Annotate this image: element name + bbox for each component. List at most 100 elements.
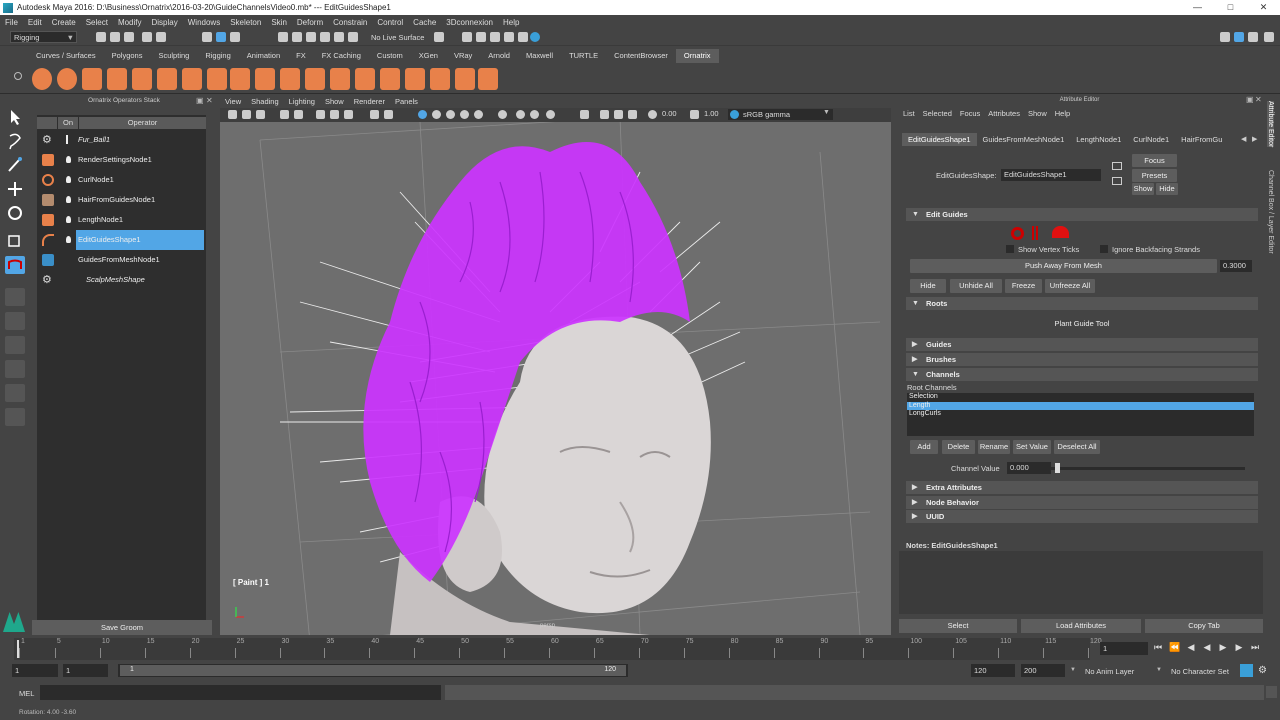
column-operator[interactable]: Operator [79, 117, 206, 129]
xray-icon[interactable] [530, 110, 539, 119]
ox-rotate-icon[interactable] [405, 68, 425, 90]
vp-menu-shading[interactable]: Shading [246, 97, 284, 106]
shelf-menu-icon[interactable] [14, 72, 22, 80]
ignore-backfacing-checkbox[interactable] [1100, 245, 1108, 253]
select-guides-icon[interactable] [1011, 227, 1024, 240]
unfreeze-all-button[interactable]: Unfreeze All [1045, 279, 1095, 293]
move-tool-icon[interactable] [5, 180, 25, 198]
ao-icon[interactable] [446, 110, 455, 119]
ox-fur-ball-icon[interactable] [32, 68, 52, 90]
maximize-icon[interactable]: □ [1214, 2, 1247, 13]
play-backward-icon[interactable]: ◀ [1202, 642, 1212, 652]
menu-edit[interactable]: Edit [23, 18, 47, 27]
close-panel-icon[interactable]: ✕ [1255, 95, 1262, 104]
tab-ornatrix[interactable]: Ornatrix [675, 49, 719, 63]
tab-sculpting[interactable]: Sculpting [150, 49, 197, 63]
ox-export-icon[interactable] [478, 68, 498, 90]
menu-create[interactable]: Create [47, 18, 81, 27]
layout-two-icon[interactable] [5, 336, 25, 354]
enabled-bulb-icon[interactable] [66, 236, 71, 243]
open-scene-icon[interactable] [110, 32, 120, 42]
ae-menu-selected[interactable]: Selected [919, 109, 956, 118]
section-brushes[interactable]: ▶ Brushes [906, 353, 1258, 366]
current-time-marker[interactable] [17, 640, 19, 658]
workspace-icon[interactable] [1220, 32, 1230, 42]
tab-guidesfrommeshnode1[interactable]: GuidesFromMeshNode1 [977, 133, 1071, 146]
operator-row[interactable]: ⚙ ScalpMeshShape [37, 270, 206, 290]
section-roots[interactable]: ▼ Roots [906, 297, 1258, 310]
ox-mesh-from-strands-icon[interactable] [355, 68, 375, 90]
auto-key-icon[interactable] [1240, 664, 1253, 677]
hypershade-icon[interactable] [518, 32, 528, 42]
section-node-behavior[interactable]: ▶ Node Behavior [906, 496, 1258, 509]
bookmark-icon[interactable] [256, 110, 265, 119]
play-forward-icon[interactable]: ▶ [1218, 642, 1228, 652]
tab-polygons[interactable]: Polygons [104, 49, 151, 63]
menu-windows[interactable]: Windows [183, 18, 225, 27]
snap-live-icon[interactable] [348, 32, 358, 42]
redo-icon[interactable] [156, 32, 166, 42]
attribute-editor-toggle-icon[interactable] [1234, 32, 1244, 42]
chevron-down-icon[interactable]: ▼ [1070, 667, 1076, 673]
gamma-value[interactable]: 1.00 [704, 109, 719, 118]
rotate-tool-icon[interactable] [5, 204, 25, 222]
ox-gravity-icon[interactable] [330, 68, 350, 90]
xray-joints-icon[interactable] [546, 110, 555, 119]
vp-menu-lighting[interactable]: Lighting [284, 97, 320, 106]
ox-frizz-icon[interactable] [280, 68, 300, 90]
menu-cache[interactable]: Cache [408, 18, 441, 27]
set-value-button[interactable]: Set Value [1013, 440, 1051, 454]
animation-end-field[interactable]: 200 [1021, 664, 1065, 677]
playback-end-field[interactable]: 120 [971, 664, 1015, 677]
step-forward-frame-icon[interactable]: ▶ [1234, 642, 1244, 652]
menu-set-select[interactable]: Rigging ▼ [10, 31, 77, 43]
section-extra-attributes[interactable]: ▶ Extra Attributes [906, 481, 1258, 494]
operator-row[interactable]: RenderSettingsNode1 [37, 150, 206, 170]
tab-hairfromgu[interactable]: HairFromGu [1175, 133, 1228, 146]
attribute-editor-side-tab[interactable]: Attribute Editor [1267, 101, 1274, 148]
go-to-output-icon[interactable] [1112, 177, 1122, 185]
rename-channel-button[interactable]: Rename [978, 440, 1010, 454]
operator-row-selected[interactable]: EditGuidesShape1 [37, 230, 206, 250]
motion-blur-icon[interactable] [460, 110, 469, 119]
select-button[interactable]: Select [899, 619, 1017, 633]
menu-display[interactable]: Display [147, 18, 183, 27]
layout-hypershade-icon[interactable] [5, 408, 25, 426]
add-channel-button[interactable]: Add [910, 440, 938, 454]
visibility-icon[interactable] [66, 135, 68, 144]
menu-3dconnexion[interactable]: 3Dconnexion [441, 18, 498, 27]
tab-fx[interactable]: FX [288, 49, 314, 63]
delete-channel-button[interactable]: Delete [942, 440, 975, 454]
vp-menu-view[interactable]: View [220, 97, 246, 106]
operator-row[interactable]: HairFromGuidesNode1 [37, 190, 206, 210]
layout-outliner-icon[interactable] [5, 360, 25, 378]
tab-curves-surfaces[interactable]: Curves / Surfaces [28, 49, 104, 63]
operator-row[interactable]: CurlNode1 [37, 170, 206, 190]
go-to-input-icon[interactable] [1112, 162, 1122, 170]
ae-menu-list[interactable]: List [899, 109, 919, 118]
shadows-icon[interactable] [432, 110, 441, 119]
playback-start-field[interactable]: 1 [63, 664, 108, 677]
snap-curve-icon[interactable] [292, 32, 302, 42]
ox-braid-icon[interactable] [380, 68, 400, 90]
exposure-icon[interactable] [648, 110, 657, 119]
scale-tool-icon[interactable] [5, 232, 25, 250]
minimize-icon[interactable]: — [1181, 2, 1214, 13]
script-language-label[interactable]: MEL [19, 689, 34, 698]
undo-icon[interactable] [142, 32, 152, 42]
hide-guides-button[interactable]: Hide [910, 279, 946, 293]
ipr-render-icon[interactable] [490, 32, 500, 42]
film-gate-icon[interactable] [294, 110, 303, 119]
operator-row[interactable]: GuidesFromMeshNode1 [37, 250, 206, 270]
exposure-value[interactable]: 0.00 [662, 109, 677, 118]
menu-constrain[interactable]: Constrain [328, 18, 372, 27]
ox-clump-icon[interactable] [255, 68, 275, 90]
step-back-key-icon[interactable]: ⏪ [1169, 642, 1180, 652]
camera-attrs-icon[interactable] [242, 110, 251, 119]
ox-surface-comb-icon[interactable] [430, 68, 450, 90]
ae-menu-focus[interactable]: Focus [956, 109, 984, 118]
save-groom-button[interactable]: Save Groom [32, 620, 212, 635]
menu-select[interactable]: Select [81, 18, 113, 27]
deselect-all-button[interactable]: Deselect All [1054, 440, 1100, 454]
safe-action-icon[interactable] [330, 110, 339, 119]
